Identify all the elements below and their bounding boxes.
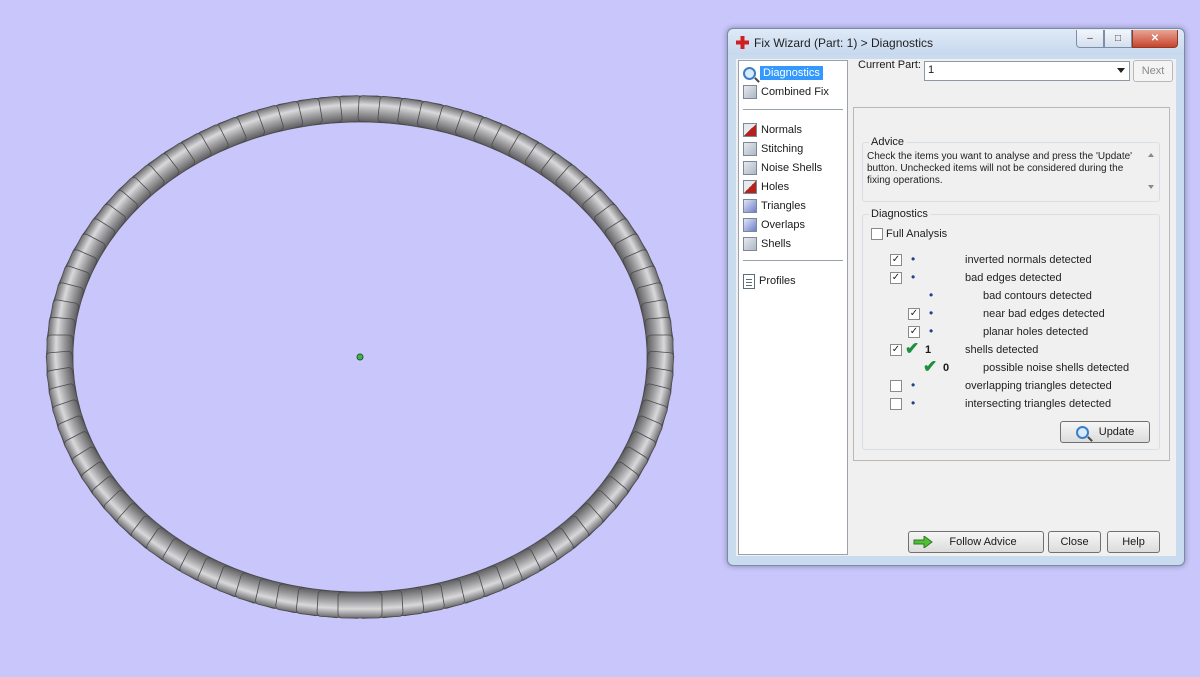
status-indicator: • <box>929 288 934 302</box>
current-part-value: 1 <box>928 64 935 76</box>
shells-count: 1 <box>925 344 932 356</box>
intersecting-triangles-label: intersecting triangles detected <box>965 398 1112 410</box>
overlapping-triangles-checkbox[interactable] <box>890 380 902 392</box>
stitching-cube-icon <box>743 142 757 156</box>
shells-checkbox[interactable]: ✓ <box>890 344 902 356</box>
nav-label: Triangles <box>761 200 806 212</box>
cube-icon <box>743 85 757 99</box>
nav-label: Noise Shells <box>761 162 823 174</box>
status-indicator: • <box>911 252 916 266</box>
status-indicator: • <box>911 270 916 284</box>
green-check-icon: ✔ <box>923 357 938 376</box>
nav-item-normals[interactable]: Normals <box>743 121 802 139</box>
nav-label: Diagnostics <box>760 66 823 80</box>
fix-wizard-window: Fix Wizard (Part: 1) > Diagnostics – □ ✕… <box>727 28 1185 566</box>
window-title: Fix Wizard (Part: 1) > Diagnostics <box>754 36 934 50</box>
help-button[interactable]: Help <box>1107 531 1160 553</box>
title-bar[interactable]: Fix Wizard (Part: 1) > Diagnostics – □ ✕ <box>728 29 1184 55</box>
scroll-down-arrow-icon[interactable] <box>1148 185 1154 189</box>
near-bad-edges-checkbox[interactable]: ✓ <box>908 308 920 320</box>
nav-item-triangles[interactable]: Triangles <box>743 197 806 215</box>
advice-scrollbar[interactable] <box>1144 149 1158 193</box>
magnifier-icon <box>1075 425 1089 439</box>
normals-cube-icon <box>743 123 757 137</box>
dialog-body: Diagnostics Combined Fix Normals Stitchi… <box>736 59 1176 556</box>
status-indicator: • <box>911 396 916 410</box>
magnifier-icon <box>743 66 756 80</box>
nav-item-stitching[interactable]: Stitching <box>743 140 803 158</box>
inverted-normals-checkbox[interactable]: ✓ <box>890 254 902 266</box>
red-cross-app-icon <box>736 36 749 49</box>
nav-item-profiles[interactable]: Profiles <box>743 272 796 290</box>
planar-holes-label: planar holes detected <box>983 326 1089 338</box>
noise-shells-count: 0 <box>943 362 950 374</box>
overlapping-triangles-label: overlapping triangles detected <box>965 380 1112 392</box>
triangles-cube-icon <box>743 199 757 213</box>
3d-viewport[interactable] <box>0 0 720 677</box>
diagnostics-title: Diagnostics <box>869 208 930 220</box>
advice-title: Advice <box>869 136 907 148</box>
fix-wizard-nav: Diagnostics Combined Fix Normals Stitchi… <box>738 60 848 555</box>
intersecting-triangles-checkbox[interactable] <box>890 398 902 410</box>
current-part-select[interactable]: 1 <box>924 61 1130 81</box>
bad-edges-label: bad edges detected <box>965 272 1062 284</box>
full-analysis-checkbox[interactable] <box>871 228 883 240</box>
nav-item-noise-shells[interactable]: Noise Shells <box>743 159 822 177</box>
bad-contours-label: bad contours detected <box>983 290 1092 302</box>
diagnostics-panel: Advice Check the items you want to analy… <box>853 107 1170 461</box>
ring-segment <box>337 591 383 619</box>
close-button[interactable]: Close <box>1048 531 1101 553</box>
status-indicator: • <box>911 378 916 392</box>
close-window-button[interactable]: ✕ <box>1132 30 1178 48</box>
bad-edges-checkbox[interactable]: ✓ <box>890 272 902 284</box>
follow-advice-button[interactable]: Follow Advice <box>908 531 1044 553</box>
next-button[interactable]: Next <box>1133 60 1173 82</box>
noise-shells-label: possible noise shells detected <box>983 362 1130 374</box>
nav-item-overlaps[interactable]: Overlaps <box>743 216 805 234</box>
follow-advice-label: Follow Advice <box>949 536 1017 548</box>
maximize-button[interactable]: □ <box>1104 30 1132 48</box>
status-indicator: • <box>929 306 934 320</box>
nav-label: Profiles <box>759 275 796 287</box>
nav-item-combined-fix[interactable]: Combined Fix <box>743 83 829 101</box>
overlaps-cube-icon <box>743 218 757 232</box>
profiles-icon <box>743 273 755 289</box>
green-arrow-icon <box>913 536 933 548</box>
nav-item-holes[interactable]: Holes <box>743 178 789 196</box>
advice-text: Check the items you want to analyse and … <box>867 151 1133 186</box>
shells-label: shells detected <box>965 344 1039 356</box>
near-bad-edges-label: near bad edges detected <box>983 308 1105 320</box>
holes-cube-icon <box>743 180 757 194</box>
shells-cube-icon <box>743 237 757 251</box>
nav-label: Combined Fix <box>761 86 829 98</box>
nav-label: Holes <box>761 181 790 193</box>
noise-shells-icon <box>743 161 757 175</box>
nav-item-diagnostics[interactable]: Diagnostics <box>743 64 823 82</box>
nav-label: Normals <box>761 124 802 136</box>
pivot-point <box>356 353 364 361</box>
nav-item-shells[interactable]: Shells <box>743 235 791 253</box>
advice-group: Advice Check the items you want to analy… <box>862 136 1160 202</box>
scroll-up-arrow-icon[interactable] <box>1148 153 1154 157</box>
diagnostics-group: Diagnostics Full Analysis ✓ • inverted n… <box>862 208 1160 450</box>
nav-label: Stitching <box>761 143 804 155</box>
status-indicator: • <box>929 324 934 338</box>
nav-label: Overlaps <box>761 219 806 231</box>
full-analysis-label: Full Analysis <box>886 228 948 240</box>
update-button[interactable]: Update <box>1060 421 1150 443</box>
ring-model[interactable] <box>0 0 720 677</box>
nav-label: Shells <box>761 238 791 250</box>
chevron-down-icon <box>1117 68 1125 73</box>
inverted-normals-label: inverted normals detected <box>965 254 1092 266</box>
green-check-icon: ✔ <box>905 339 920 358</box>
nav-divider <box>743 109 843 110</box>
current-part-label: Current Part: <box>858 59 921 71</box>
planar-holes-checkbox[interactable]: ✓ <box>908 326 920 338</box>
update-label: Update <box>1098 426 1135 438</box>
minimize-button[interactable]: – <box>1076 30 1104 48</box>
nav-divider <box>743 260 843 261</box>
